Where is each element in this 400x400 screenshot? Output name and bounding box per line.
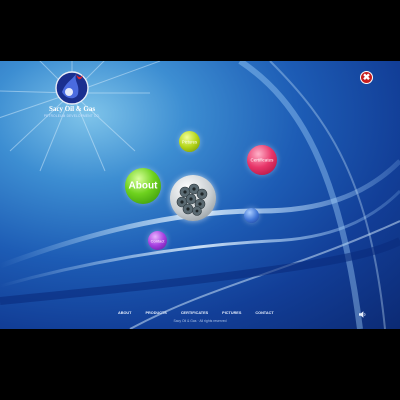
bottom-nav: ABOUT PRODUCTS CERTIFICATES PICTURES CON… (118, 311, 274, 315)
nav-certificates[interactable]: CERTIFICATES (181, 311, 208, 315)
about-label: About (128, 180, 158, 192)
brand-tagline: PETROLEUM DEVELOPMENT CO. (43, 114, 101, 118)
contact-label: Contact (150, 238, 165, 243)
close-button[interactable]: ✖ (360, 71, 373, 84)
pictures-label: Pictures (181, 139, 198, 144)
pictures-bubble[interactable]: Pictures (179, 131, 200, 152)
contact-bubble[interactable]: Contact (148, 231, 167, 250)
nav-products[interactable]: PRODUCTS (146, 311, 167, 315)
about-bubble[interactable]: About (125, 168, 161, 204)
copyright-text: Sacy Oil & Gas · All rights reserved (173, 319, 227, 323)
speaker-icon[interactable] (359, 311, 367, 318)
brand-name: Sacy Oil & Gas (48, 105, 96, 113)
nav-about[interactable]: ABOUT (118, 311, 132, 315)
company-logo (55, 71, 89, 105)
nav-contact[interactable]: CONTACT (255, 311, 273, 315)
flash-stage: ✖ Sacy Oil & Gas PETROLEUM DEVELOPMENT C… (0, 61, 400, 329)
nav-pictures[interactable]: PICTURES (222, 311, 241, 315)
ceramic-balls-image (176, 183, 208, 216)
small-blue-bubble[interactable] (244, 208, 259, 223)
product-bubble[interactable] (170, 175, 216, 221)
certificates-label: Certificates (250, 157, 274, 163)
certificates-bubble[interactable]: Certificates (247, 145, 277, 175)
